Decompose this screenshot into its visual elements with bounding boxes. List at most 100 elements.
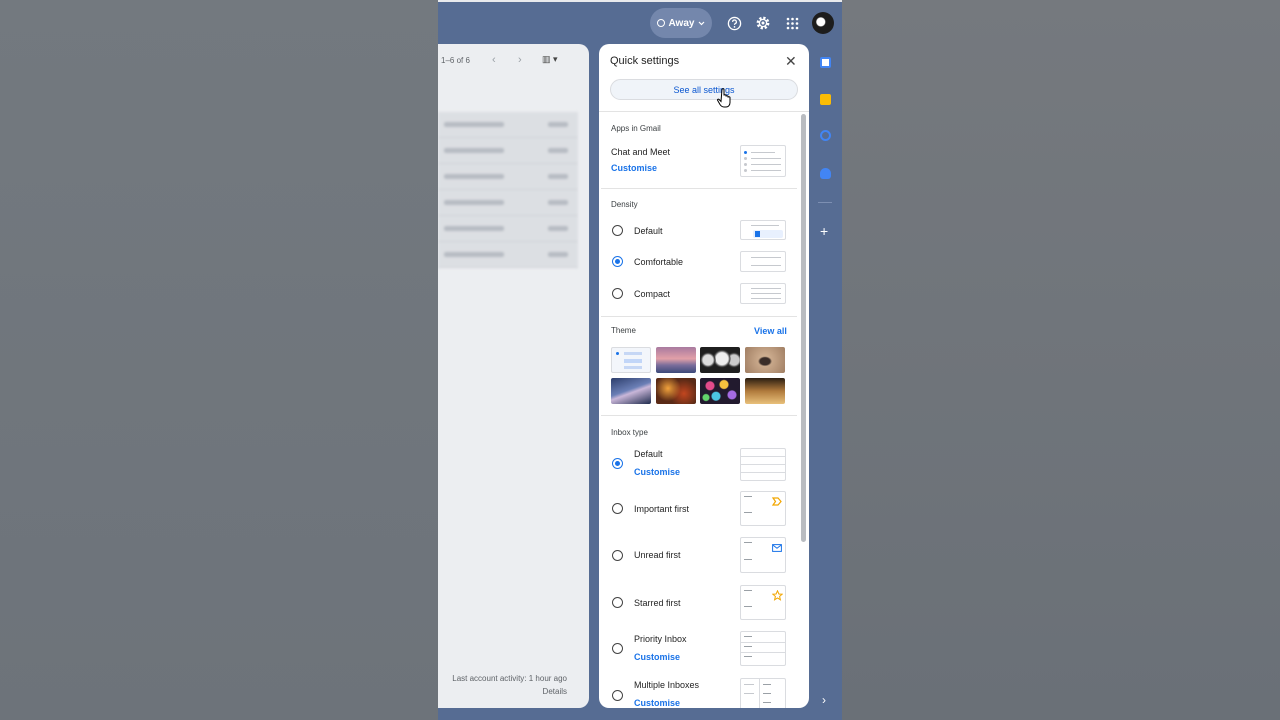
preview-line: [744, 496, 752, 497]
mail-row-sender-blur: [444, 148, 504, 153]
inbox-default-customise-link[interactable]: Customise: [634, 467, 680, 477]
mail-row[interactable]: [438, 164, 578, 190]
preview-line: [751, 164, 781, 165]
quick-settings-panel: Quick settings ✕ See all settings Apps i…: [599, 44, 809, 708]
preview-line: [744, 684, 754, 685]
contacts-icon[interactable]: [820, 168, 831, 179]
inbox-default-radio[interactable]: [612, 458, 623, 469]
inbox-default-label[interactable]: Default: [634, 449, 663, 459]
quick-settings-content: Apps in Gmail Chat and Meet Customise De…: [599, 112, 799, 708]
preview-dot: [744, 151, 747, 154]
inbox-priority-radio[interactable]: [612, 643, 623, 654]
inbox-important-first-label[interactable]: Important first: [634, 504, 689, 514]
density-default-preview: [740, 220, 786, 240]
preview-line: [744, 512, 752, 513]
density-comfortable-preview: [740, 251, 786, 272]
add-app-button[interactable]: +: [820, 224, 828, 238]
keep-icon[interactable]: [820, 94, 831, 105]
inbox-priority-label[interactable]: Priority Inbox: [634, 634, 687, 644]
density-default-radio[interactable]: [612, 225, 623, 236]
chat-meet-customise-link[interactable]: Customise: [611, 163, 657, 173]
preview-line: [751, 293, 781, 294]
theme-preview-line: [624, 352, 642, 355]
theme-section-label: Theme: [611, 326, 636, 335]
preview-line: [744, 656, 752, 657]
density-compact-preview: [740, 283, 786, 304]
preview-divider: [741, 652, 785, 653]
theme-preview-line: [624, 366, 642, 369]
chevron-right-icon[interactable]: ›: [822, 694, 826, 706]
preview-line: [763, 693, 771, 694]
preview-line: [744, 636, 752, 637]
mail-row[interactable]: [438, 242, 578, 268]
preview-line: [744, 590, 752, 591]
section-divider: [601, 316, 797, 317]
mail-row[interactable]: [438, 216, 578, 242]
theme-autumn-leaves-thumb[interactable]: [656, 378, 696, 404]
inbox-multiple-radio[interactable]: [612, 690, 623, 701]
chevron-right-icon[interactable]: ›: [518, 54, 522, 66]
section-divider: [601, 415, 797, 416]
theme-metal-spheres-thumb[interactable]: [700, 347, 740, 373]
preview-line: [751, 265, 781, 266]
see-all-settings-button[interactable]: See all settings: [610, 79, 798, 100]
preview-line: [763, 702, 771, 703]
split-pane-toggle-icon[interactable]: ▥ ▾: [542, 54, 558, 65]
mail-row-time-blur: [548, 122, 568, 127]
preview-line: [751, 170, 781, 171]
mail-row[interactable]: [438, 138, 578, 164]
theme-storm-lightning-thumb[interactable]: [611, 378, 651, 404]
theme-chess-thumb[interactable]: [745, 378, 785, 404]
background-left: [0, 0, 438, 720]
inbox-important-first-radio[interactable]: [612, 503, 623, 514]
theme-default-thumb[interactable]: [611, 347, 651, 373]
preview-dot: [744, 163, 747, 166]
density-comfortable-label[interactable]: Comfortable: [634, 257, 683, 267]
inbox-starred-first-label[interactable]: Starred first: [634, 598, 681, 608]
apps-grid-icon[interactable]: [783, 14, 801, 32]
chevron-left-icon[interactable]: ‹: [492, 54, 496, 66]
inbox-starred-first-preview: [740, 585, 786, 620]
inbox-priority-customise-link[interactable]: Customise: [634, 652, 680, 662]
density-compact-radio[interactable]: [612, 288, 623, 299]
inbox-important-first-preview: [740, 491, 786, 526]
inbox-unread-first-label[interactable]: Unread first: [634, 550, 681, 560]
details-link[interactable]: Details: [452, 685, 567, 698]
background-right: [842, 0, 1280, 720]
calendar-icon[interactable]: [820, 57, 831, 68]
gear-icon[interactable]: [754, 14, 772, 32]
preview-line: [744, 646, 752, 647]
density-comfortable-radio[interactable]: [612, 256, 623, 267]
inbox-default-preview: [740, 448, 786, 481]
inbox-multiple-label[interactable]: Multiple Inboxes: [634, 680, 699, 690]
preview-line: [744, 606, 752, 607]
rail-divider: [818, 202, 832, 203]
preview-line: [751, 257, 781, 258]
inbox-unread-first-radio[interactable]: [612, 550, 623, 561]
scrollbar[interactable]: [801, 114, 806, 542]
status-away-button[interactable]: Away: [650, 8, 712, 38]
inbox-multiple-customise-link[interactable]: Customise: [634, 698, 680, 708]
tasks-icon[interactable]: [820, 130, 831, 141]
theme-preview-dot: [616, 352, 619, 355]
inbox-starred-first-radio[interactable]: [612, 597, 623, 608]
mail-row-time-blur: [548, 174, 568, 179]
density-compact-label[interactable]: Compact: [634, 289, 670, 299]
apps-section-label: Apps in Gmail: [611, 124, 661, 133]
theme-bokeh-lights-thumb[interactable]: [700, 378, 740, 404]
star-icon: [772, 590, 783, 601]
theme-pink-sky-thumb[interactable]: [656, 347, 696, 373]
quick-settings-title: Quick settings: [610, 55, 680, 67]
close-icon[interactable]: ✕: [785, 54, 797, 68]
preview-line: [751, 298, 781, 299]
preview-file-icon: [755, 231, 760, 237]
density-default-label[interactable]: Default: [634, 226, 663, 236]
help-icon[interactable]: [725, 14, 743, 32]
theme-pebble-thumb[interactable]: [745, 347, 785, 373]
mail-row[interactable]: [438, 190, 578, 216]
envelope-icon: [772, 544, 782, 552]
avatar[interactable]: [812, 12, 834, 34]
theme-view-all-link[interactable]: View all: [754, 326, 787, 336]
mail-row[interactable]: [438, 112, 578, 138]
mail-row-sender-blur: [444, 200, 504, 205]
